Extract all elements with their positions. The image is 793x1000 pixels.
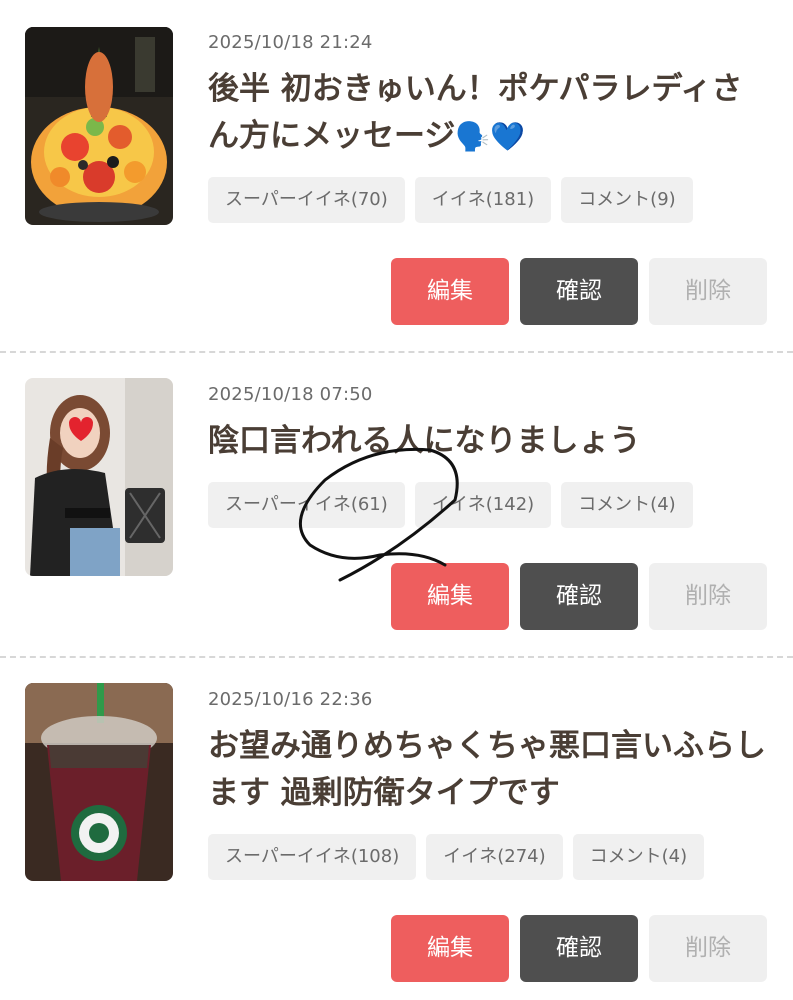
post-date: 2025/10/18 21:24 xyxy=(208,32,373,53)
post-thumbnail[interactable] xyxy=(25,378,173,576)
comment-count: コメント(4) xyxy=(572,834,705,880)
super-like-count: スーパーイイネ(70) xyxy=(208,177,405,223)
fruit-platter-photo-icon xyxy=(25,27,173,225)
post-title[interactable]: お望み通りめちゃくちゃ悪口言いふらします 過剰防衛タイプです xyxy=(208,723,768,817)
post-actions: 編集 確認 削除 xyxy=(391,563,767,630)
post-actions: 編集 確認 削除 xyxy=(391,915,767,982)
post-divider xyxy=(0,656,793,658)
post-date: 2025/10/16 22:36 xyxy=(208,689,373,710)
iced-drink-cup-photo-icon xyxy=(25,683,173,881)
confirm-button[interactable]: 確認 xyxy=(520,563,638,630)
post-thumbnail[interactable] xyxy=(25,27,173,225)
edit-button[interactable]: 編集 xyxy=(391,915,509,982)
confirm-button[interactable]: 確認 xyxy=(520,915,638,982)
reaction-tags: スーパーイイネ(61) イイネ(142) コメント(4) xyxy=(208,482,693,528)
comment-count: コメント(9) xyxy=(561,177,693,223)
super-like-count: スーパーイイネ(108) xyxy=(208,834,417,880)
edit-button[interactable]: 編集 xyxy=(391,563,509,630)
post-actions: 編集 確認 削除 xyxy=(391,258,767,325)
confirm-button[interactable]: 確認 xyxy=(520,258,638,325)
post-thumbnail[interactable] xyxy=(25,683,173,881)
post-divider xyxy=(0,351,793,353)
speaking-head-blue-heart-icon: 🗣️💙 xyxy=(455,120,526,153)
reaction-tags: スーパーイイネ(70) イイネ(181) コメント(9) xyxy=(208,177,693,223)
super-like-count: スーパーイイネ(61) xyxy=(208,482,405,528)
delete-button[interactable]: 削除 xyxy=(649,915,767,982)
post-title[interactable]: 陰口言われる人になりましょう xyxy=(208,418,768,465)
comment-count: コメント(4) xyxy=(561,482,693,528)
delete-button[interactable]: 削除 xyxy=(649,563,767,630)
post-title[interactable]: 後半 初おきゅいん！ポケパラレディさん方にメッセージ🗣️💙 xyxy=(208,66,768,160)
woman-selfie-photo-icon xyxy=(25,378,173,576)
like-count: イイネ(181) xyxy=(414,177,552,223)
post-title-text: お望み通りめちゃくちゃ悪口言いふらします 過剰防衛タイプです xyxy=(208,728,766,811)
reaction-tags: スーパーイイネ(108) イイネ(274) コメント(4) xyxy=(208,834,705,880)
like-count: イイネ(142) xyxy=(414,482,552,528)
post-title-text: 陰口言われる人になりましょう xyxy=(208,423,641,459)
delete-button[interactable]: 削除 xyxy=(649,258,767,325)
post-date: 2025/10/18 07:50 xyxy=(208,384,373,405)
edit-button[interactable]: 編集 xyxy=(391,258,509,325)
like-count: イイネ(274) xyxy=(426,834,563,880)
